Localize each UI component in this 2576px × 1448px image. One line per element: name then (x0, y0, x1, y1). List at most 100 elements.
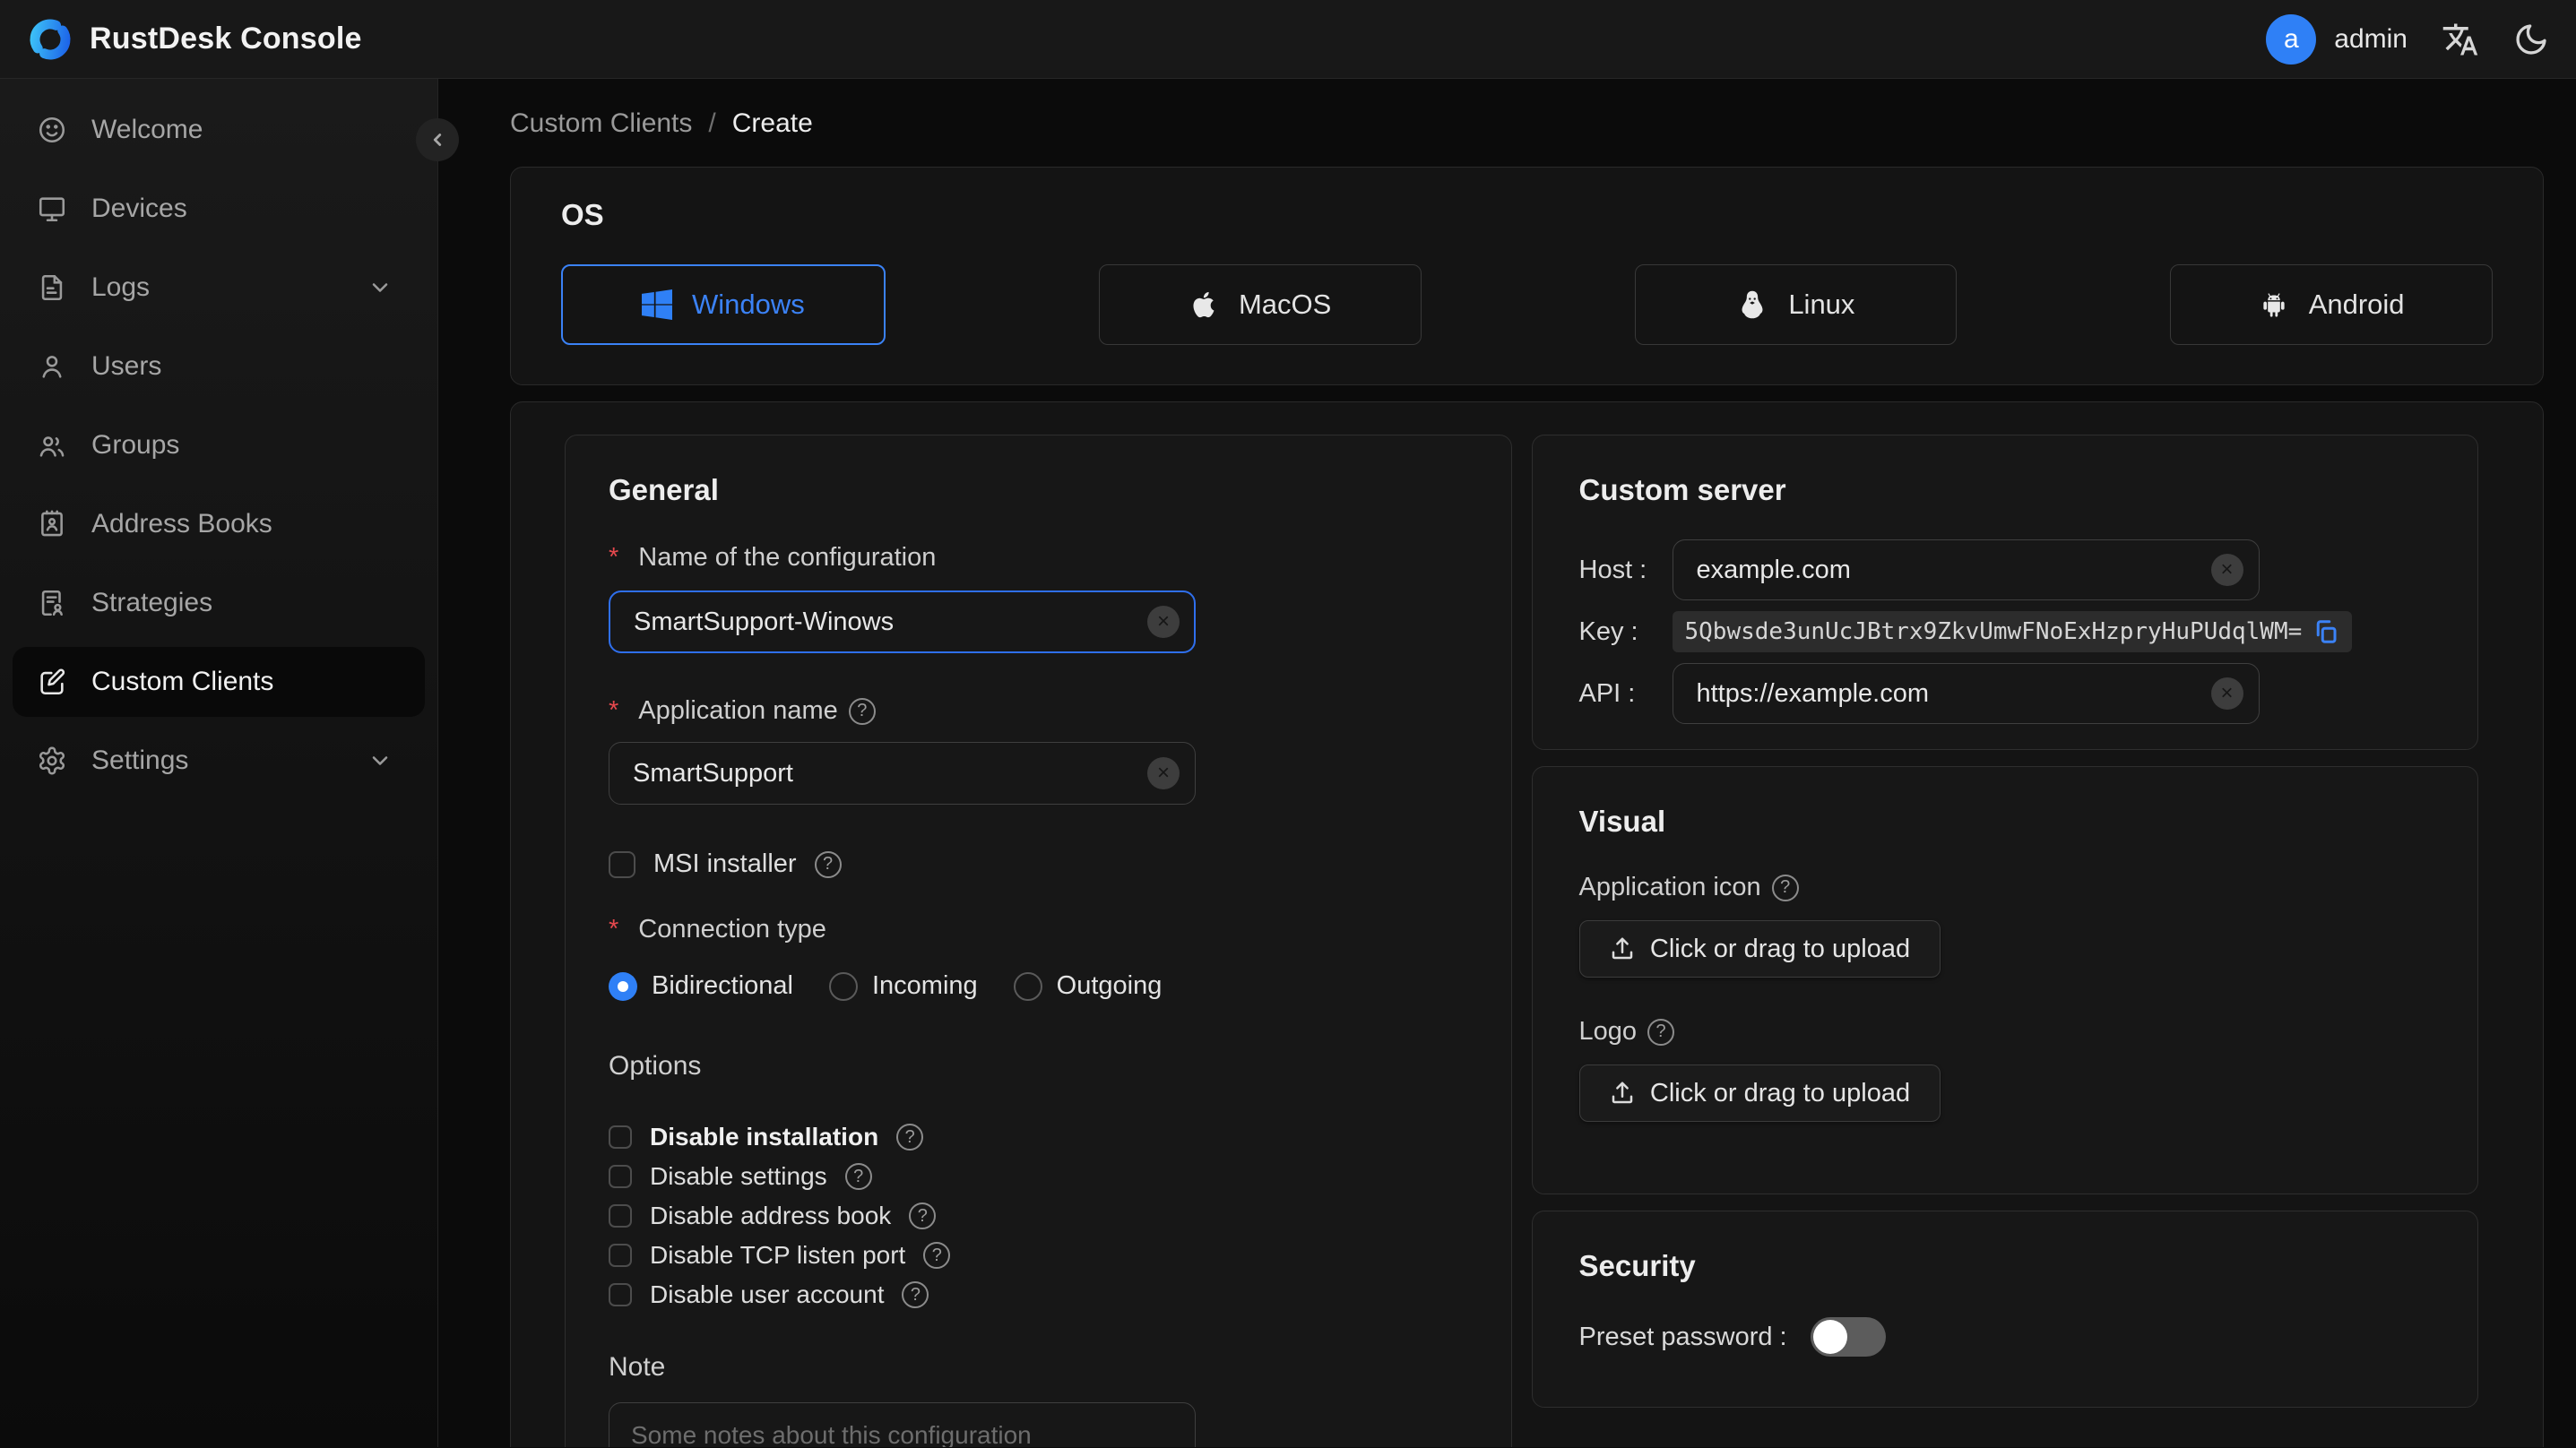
radio-incoming[interactable] (828, 971, 858, 1001)
sidebar-item-label: Welcome (91, 115, 203, 144)
sidebar-item-groups[interactable]: Groups (13, 410, 425, 480)
disable-tcp-listen-port-checkbox[interactable] (609, 1244, 632, 1267)
sidebar-item-address-books[interactable]: Address Books (13, 489, 425, 559)
users-group-icon (37, 430, 67, 461)
option-label: Disable TCP listen port (650, 1241, 906, 1269)
preset-password-label: Preset password : (1578, 1322, 1787, 1351)
radio-bidirectional[interactable] (609, 971, 637, 1001)
avatar-initial: a (2283, 23, 2299, 54)
os-button-android[interactable]: Android (2170, 264, 2493, 345)
help-icon[interactable]: ? (844, 1163, 872, 1190)
os-button-linux[interactable]: Linux (1634, 264, 1958, 345)
os-button-macos[interactable]: MacOS (1098, 264, 1422, 345)
sidebar-item-users[interactable]: Users (13, 332, 425, 401)
note-textarea[interactable] (609, 1402, 1196, 1447)
logo-text: Logo (1578, 1017, 1638, 1046)
clear-icon[interactable]: × (2210, 554, 2243, 586)
strategy-doc-icon (37, 588, 67, 618)
app-title: RustDesk Console (90, 22, 362, 56)
clear-icon[interactable]: × (1147, 606, 1180, 638)
note-label: Note (609, 1352, 666, 1382)
sidebar-item-custom-clients[interactable]: Custom Clients (13, 647, 425, 717)
clear-icon[interactable]: × (2210, 677, 2243, 710)
help-icon[interactable]: ? (1771, 874, 1799, 901)
general-title: General (609, 473, 719, 506)
application-name-input[interactable] (609, 742, 1196, 805)
help-icon[interactable]: ? (848, 697, 876, 725)
sidebar-item-logs[interactable]: Logs (13, 253, 425, 323)
security-section: Security Preset password : (1531, 1211, 2478, 1408)
breadcrumb: Custom Clients / Create (510, 104, 2544, 143)
option-label: Disable user account (650, 1280, 885, 1308)
sidebar-item-strategies[interactable]: Strategies (13, 568, 425, 638)
name-config-input[interactable] (609, 590, 1196, 653)
clear-icon[interactable]: × (1147, 757, 1180, 789)
translate-icon[interactable] (2442, 21, 2479, 58)
security-title: Security (1578, 1249, 1696, 1282)
help-icon[interactable]: ? (1647, 1018, 1675, 1046)
help-icon[interactable]: ? (902, 1281, 929, 1308)
document-icon (37, 272, 67, 303)
option-label: Disable address book (650, 1202, 892, 1229)
connection-type-text: Connection type (638, 915, 826, 944)
monitor-icon (37, 194, 67, 224)
disable-address-book-checkbox[interactable] (609, 1204, 632, 1228)
configuration-form: General Name of the configuration × Appl… (510, 401, 2544, 1447)
sidebar-item-label: Logs (91, 272, 151, 302)
help-icon[interactable]: ? (896, 1124, 924, 1151)
help-icon[interactable]: ? (909, 1202, 937, 1229)
sidebar-item-label: Address Books (91, 509, 272, 539)
option-disable-installation: Disable installation ? (609, 1117, 1468, 1157)
radio-outgoing[interactable] (1013, 971, 1042, 1001)
host-input[interactable] (1672, 539, 2260, 600)
sidebar-item-welcome[interactable]: Welcome (13, 95, 425, 165)
os-button-windows[interactable]: Windows (561, 264, 886, 345)
logo-upload-button[interactable]: Click or drag to upload (1578, 1064, 1941, 1122)
api-label: API : (1578, 678, 1636, 708)
msi-installer-checkbox[interactable] (609, 850, 635, 878)
sidebar-item-label: Custom Clients (91, 667, 274, 696)
avatar[interactable]: a (2266, 13, 2317, 65)
application-name-label: Application name ? (609, 696, 1468, 726)
key-value-box: 5Qbwsde3unUcJBtrx9ZkvUmwFNoExHzpryHuPUdq… (1672, 611, 2353, 652)
option-disable-tcp-listen-port: Disable TCP listen port ? (609, 1236, 1468, 1275)
sidebar-item-devices[interactable]: Devices (13, 174, 425, 244)
radio-bidirectional-row: Bidirectional (609, 971, 793, 1001)
breadcrumb-parent[interactable]: Custom Clients (510, 108, 692, 139)
edit-square-icon (37, 667, 67, 697)
sidebar-item-label: Settings (91, 746, 189, 775)
connection-type-label: Connection type (609, 915, 1468, 944)
preset-password-toggle[interactable] (1810, 1317, 1886, 1357)
sidebar-item-settings[interactable]: Settings (13, 726, 425, 796)
options-title: Options (609, 1051, 702, 1081)
sidebar-collapse-button[interactable] (416, 118, 459, 161)
sidebar: Welcome Devices Logs Users Groups Addres… (0, 79, 459, 1447)
msi-installer-label: MSI installer (653, 849, 797, 878)
help-icon[interactable]: ? (923, 1242, 951, 1269)
disable-user-account-checkbox[interactable] (609, 1283, 632, 1306)
copy-icon[interactable] (2312, 618, 2339, 645)
disable-installation-checkbox[interactable] (609, 1125, 632, 1149)
breadcrumb-separator: / (708, 108, 716, 138)
key-label: Key : (1578, 616, 1638, 646)
option-label: Disable settings (650, 1162, 827, 1190)
application-icon-upload-button[interactable]: Click or drag to upload (1578, 920, 1941, 978)
sidebar-item-label: Users (91, 351, 162, 381)
radio-label: Outgoing (1056, 971, 1163, 1000)
breadcrumb-current: Create (731, 108, 813, 138)
application-icon-text: Application icon (1578, 873, 1761, 901)
option-disable-user-account: Disable user account ? (609, 1275, 1468, 1314)
os-button-label: MacOS (1238, 289, 1332, 320)
linux-tux-icon (1736, 289, 1768, 321)
disable-settings-checkbox[interactable] (609, 1165, 632, 1188)
windows-icon (641, 289, 672, 320)
help-icon[interactable]: ? (814, 850, 842, 878)
os-button-label: Android (2308, 289, 2405, 320)
dark-mode-moon-icon[interactable] (2513, 22, 2549, 57)
user-icon (37, 351, 67, 382)
os-section: OS Windows MacOS Linux Android (510, 167, 2544, 385)
rustdesk-logo-icon (27, 16, 73, 63)
brand: RustDesk Console (27, 16, 362, 63)
api-input[interactable] (1672, 663, 2260, 724)
sidebar-item-label: Groups (91, 430, 180, 460)
